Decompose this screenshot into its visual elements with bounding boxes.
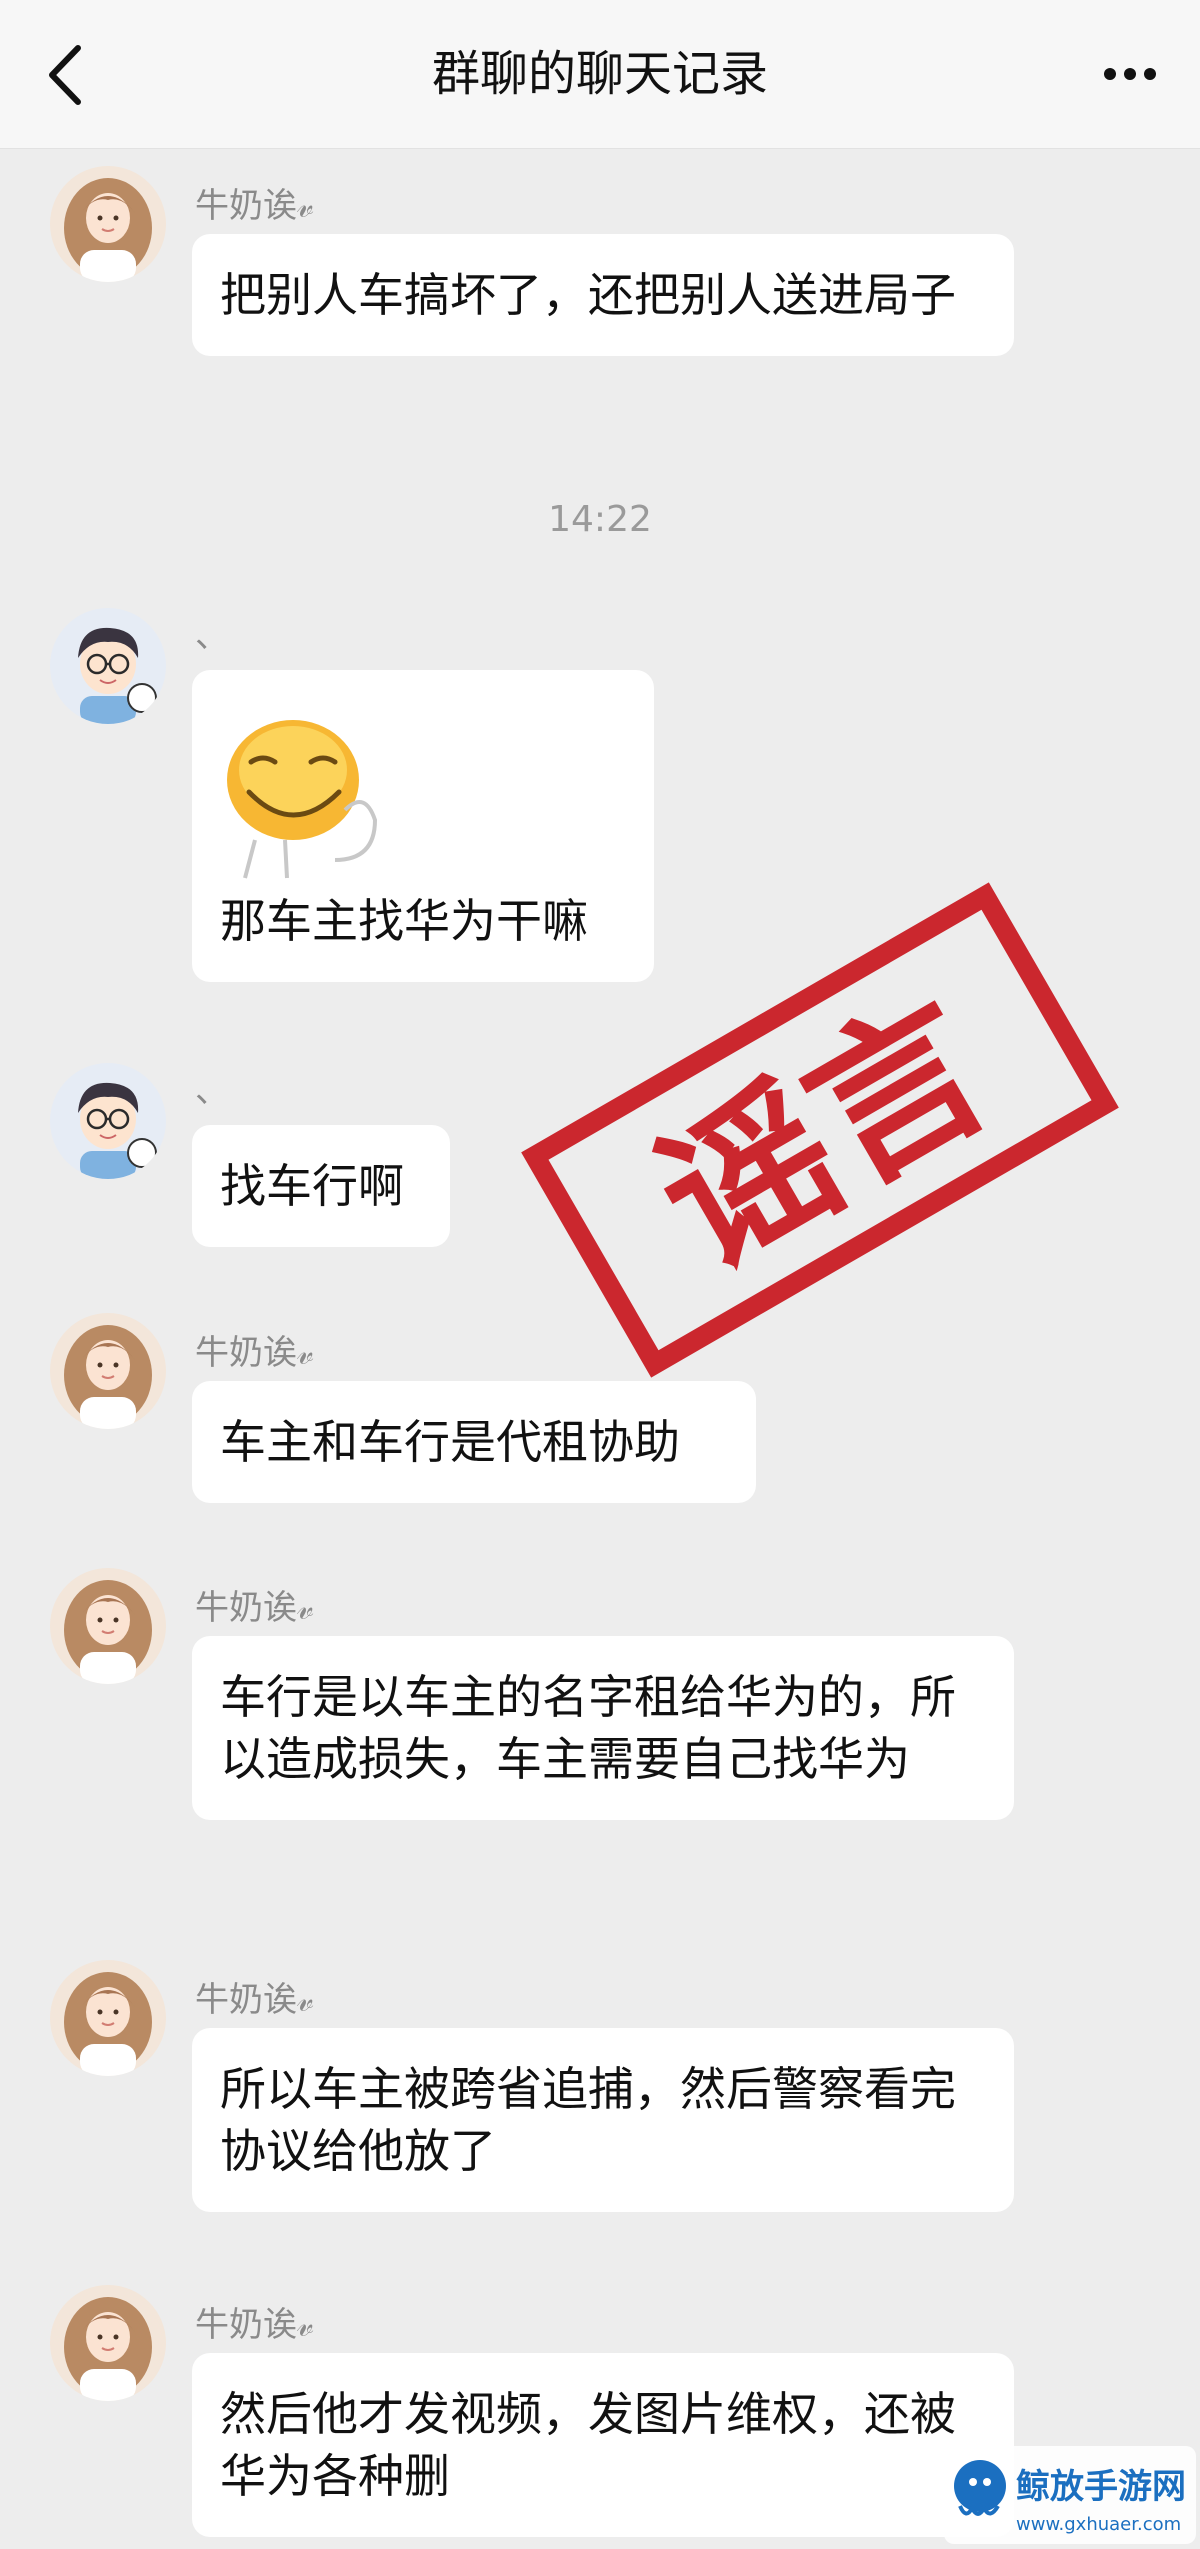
chat-header: 群聊的聊天记录 (0, 0, 1200, 149)
message-bubble[interactable]: 所以车主被跨省追捕，然后警察看完协议给他放了 (192, 2028, 1014, 2212)
boy-avatar-icon (50, 608, 166, 724)
sender-name: 、 (195, 1071, 229, 1111)
page-title: 群聊的聊天记录 (431, 46, 768, 102)
message-bubble[interactable]: 然后他才发视频，发图片维权，还被华为各种删 (192, 2353, 1014, 2537)
girl-avatar-icon (50, 1313, 166, 1429)
avatar[interactable] (50, 1568, 166, 1684)
sender-name: 牛奶诶𝓋 (195, 186, 314, 226)
rumor-stamp: 谣言 (470, 850, 1170, 1410)
sender-name: 牛奶诶𝓋 (195, 1980, 314, 2020)
more-horizontal-icon[interactable] (1100, 55, 1160, 91)
boy-avatar-icon (50, 1063, 166, 1179)
avatar[interactable] (50, 1313, 166, 1429)
avatar[interactable] (50, 166, 166, 282)
avatar[interactable] (50, 1960, 166, 2076)
sender-name: 、 (195, 616, 229, 656)
watermark-text: 鲸放手游网 (1016, 2467, 1186, 2507)
sender-name: 牛奶诶𝓋 (195, 2305, 314, 2345)
avatar[interactable] (50, 2285, 166, 2401)
girl-avatar-icon (50, 1960, 166, 2076)
avatar[interactable] (50, 608, 166, 724)
message-bubble[interactable]: 找车行啊 (192, 1125, 450, 1247)
avatar[interactable] (50, 1063, 166, 1179)
message-bubble[interactable]: 把别人车搞坏了，还把别人送进局子 (192, 234, 1014, 356)
chevron-left-icon[interactable] (40, 40, 90, 110)
watermark-url: www.gxhuaer.com (1016, 2514, 1181, 2535)
site-watermark: 鲸放手游网 www.gxhuaer.com (940, 2440, 1200, 2549)
time-divider: 14:22 (548, 499, 652, 540)
girl-avatar-icon (50, 166, 166, 282)
grinning-face-sticker-icon (227, 720, 378, 879)
message-bubble[interactable]: 车行是以车主的名字租给华为的，所以造成损失，车主需要自己找华为 (192, 1636, 1014, 1820)
sender-name: 牛奶诶𝓋 (195, 1333, 314, 1373)
girl-avatar-icon (50, 2285, 166, 2401)
girl-avatar-icon (50, 1568, 166, 1684)
octopus-logo-icon (954, 2460, 1006, 2512)
sender-name: 牛奶诶𝓋 (195, 1588, 314, 1628)
